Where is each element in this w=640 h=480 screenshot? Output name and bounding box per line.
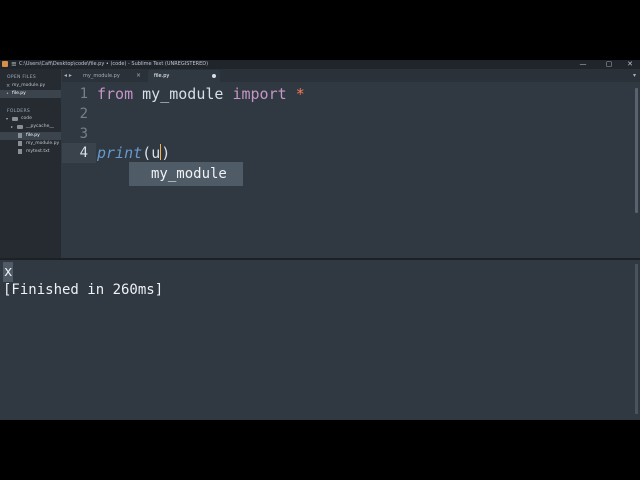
import-star: * [295, 85, 305, 103]
folder-label: __pycache__ [26, 124, 54, 129]
autocomplete-popup[interactable]: my_module [129, 162, 243, 186]
file-icon [18, 141, 22, 146]
file-label: my_module.py [26, 141, 60, 146]
close-paren: ) [161, 144, 171, 162]
output-scrollbar[interactable] [635, 264, 638, 414]
keyword-from: from [97, 85, 134, 103]
function-print: print [97, 144, 143, 162]
window-title: C:\Users\Cafi\Desktop\code\file.py • (co… [19, 61, 209, 67]
tree-file-file-py[interactable]: file.py [0, 132, 61, 140]
maximize-button[interactable]: ▢ [601, 60, 617, 69]
folder-icon [12, 117, 18, 121]
active-line-number: 4 [62, 143, 96, 163]
output-line: x [3, 262, 14, 282]
tree-file-my-module[interactable]: my_module.py [0, 140, 61, 148]
open-files-header: OPEN FILES [7, 75, 37, 80]
keyword-import: import [232, 85, 287, 103]
open-file-my-module[interactable]: × my_module.py [0, 82, 61, 90]
open-file-file-py[interactable]: • file.py [0, 90, 61, 98]
code-line-4[interactable]: print(u) [97, 143, 170, 163]
tab-label: my_module.py [83, 73, 120, 79]
line-number: 1 [79, 86, 88, 102]
typed-argument: u [151, 144, 161, 162]
file-icon [18, 149, 22, 154]
close-tab-icon[interactable]: × [136, 70, 141, 82]
line-number-text: 4 [79, 145, 88, 161]
title-bar: ≡ C:\Users\Cafi\Desktop\code\file.py • (… [0, 60, 640, 69]
chevron-right-icon: ▸ [11, 124, 14, 129]
folder-code[interactable]: ▾ code [0, 115, 61, 123]
file-label: mytext.txt [26, 149, 50, 154]
minimize-button[interactable]: — [575, 60, 591, 69]
tab-label: file.py [154, 73, 170, 79]
line-number: 3 [79, 126, 88, 142]
tab-bar: ◂ ▸ my_module.py × file.py ▾ [62, 69, 640, 82]
open-paren: ( [142, 144, 152, 162]
open-file-label: file.py [12, 91, 26, 96]
folder-pycache[interactable]: ▸ __pycache__ [0, 123, 61, 131]
autocomplete-item[interactable]: my_module [151, 162, 227, 186]
sublime-window: ≡ C:\Users\Cafi\Desktop\code\file.py • (… [0, 60, 640, 420]
tab-my-module[interactable]: my_module.py × [77, 70, 145, 82]
menu-icon[interactable]: ≡ [11, 60, 17, 69]
line-number: 2 [79, 106, 88, 122]
close-window-button[interactable]: ✕ [622, 60, 638, 69]
folders-header: FOLDERS [7, 109, 31, 114]
unsaved-dot-icon[interactable]: • [6, 90, 9, 98]
file-icon [18, 133, 22, 138]
folder-icon [17, 125, 23, 129]
sublime-app-icon[interactable] [2, 61, 8, 67]
tab-nav-arrows-icon[interactable]: ◂ ▸ [64, 69, 72, 82]
tab-dropdown-icon[interactable]: ▾ [633, 69, 636, 82]
build-output-panel: x [Finished in 260ms] [0, 260, 640, 420]
code-line-1[interactable]: from my_module import * [97, 84, 305, 104]
unsaved-dot-icon[interactable] [212, 74, 216, 78]
close-file-icon[interactable]: × [6, 82, 10, 90]
tab-file-py[interactable]: file.py [148, 70, 220, 82]
chevron-down-icon: ▾ [6, 116, 9, 121]
folder-label: code [21, 116, 32, 121]
open-file-label: my_module.py [12, 83, 46, 88]
module-name: my_module [142, 85, 224, 103]
build-finished-message: [Finished in 260ms] [3, 282, 164, 298]
tree-file-mytext[interactable]: mytext.txt [0, 148, 61, 156]
editor-scrollbar[interactable] [635, 88, 638, 213]
file-label: file.py [26, 133, 40, 138]
